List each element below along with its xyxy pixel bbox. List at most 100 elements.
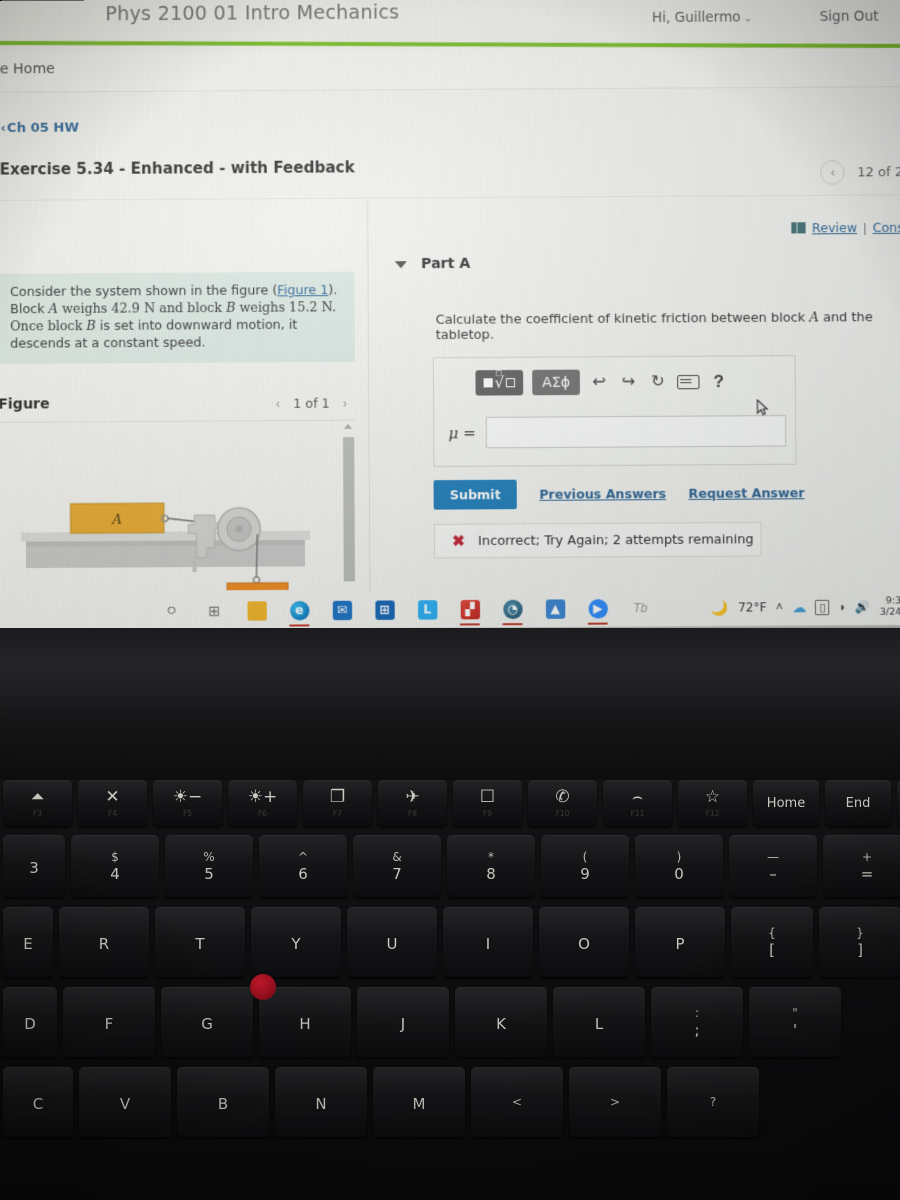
key-bracket-][interactable]: }] — [819, 907, 900, 977]
user-menu[interactable]: Hi, Guillermo ⌄ — [652, 9, 752, 26]
key-punct-?[interactable]: ? — [667, 1067, 759, 1137]
cloud-icon[interactable]: ☁ — [792, 598, 806, 615]
key-j[interactable]: J — [357, 987, 449, 1057]
steam-icon[interactable]: ◔ — [491, 591, 534, 626]
task-view-icon[interactable]: ⊞ — [193, 593, 236, 628]
figure-1-link[interactable]: Figure 1 — [277, 282, 328, 298]
nav-item-course-home[interactable]: ourse Home — [0, 61, 55, 78]
key-t[interactable]: T — [155, 907, 245, 977]
key-f4[interactable]: ✕ F4 — [78, 780, 147, 826]
problem-var-a: A — [49, 301, 58, 316]
key-f12[interactable]: ☆ F12 — [678, 780, 747, 826]
mail-icon[interactable]: ✉ — [321, 593, 364, 628]
clock[interactable]: 9:3 3/24 — [879, 595, 900, 618]
key-end[interactable]: End — [825, 780, 891, 826]
photos-icon[interactable]: ▲ — [534, 591, 577, 626]
help-icon[interactable]: ? — [709, 371, 729, 391]
caret-down-icon[interactable] — [395, 261, 407, 268]
moon-icon[interactable]: 🌙 — [711, 599, 729, 616]
math-template-button[interactable]: □ √ — [475, 370, 523, 396]
tray-chevron-up-icon[interactable]: ˄ — [776, 600, 783, 614]
key-3[interactable]: 3 — [3, 835, 65, 897]
key-d[interactable]: D — [3, 987, 57, 1057]
key-y[interactable]: Y — [251, 907, 341, 977]
key-home[interactable]: Home — [753, 780, 819, 826]
battery-icon[interactable]: ▯ — [815, 599, 829, 614]
key-m[interactable]: M — [373, 1067, 465, 1137]
figure-scrollbar[interactable] — [341, 424, 358, 582]
wifi-icon[interactable]: ◗ — [839, 600, 846, 614]
zoom-icon[interactable]: ▶ — [576, 591, 619, 626]
key-8[interactable]: * 8 — [447, 835, 535, 897]
key-glyph: N — [315, 1097, 326, 1112]
undo-icon[interactable]: ↩ — [589, 372, 609, 392]
trackpoint-nub[interactable] — [250, 974, 276, 1000]
key-f5[interactable]: ☀− F5 — [153, 780, 222, 826]
key-5[interactable]: % 5 — [165, 835, 253, 897]
key-h[interactable]: H — [259, 987, 351, 1057]
key-punct->[interactable]: > — [569, 1067, 661, 1137]
key-punct-'[interactable]: " ' — [749, 987, 841, 1057]
request-answer-link[interactable]: Request Answer — [688, 485, 804, 501]
key-v[interactable]: V — [79, 1067, 171, 1137]
key-f8[interactable]: ✈ F8 — [378, 780, 447, 826]
key-punct-;[interactable]: :; — [651, 987, 743, 1057]
key-f9[interactable]: ☐ F9 — [453, 780, 522, 826]
lockdown-browser-icon[interactable]: L — [406, 592, 449, 627]
office-icon[interactable]: ▞ — [448, 592, 491, 627]
key-f6[interactable]: ☀+ F6 — [228, 780, 297, 826]
constants-link[interactable]: Cons — [872, 220, 900, 235]
redo-icon[interactable]: ↪ — [618, 372, 638, 392]
key-–[interactable]: — – — [729, 835, 817, 897]
breadcrumb-ch05hw[interactable]: ‹Ch 05 HW — [0, 120, 78, 136]
keyboard-icon[interactable] — [677, 374, 699, 388]
sign-out-link[interactable]: Sign Out — [820, 9, 879, 26]
key-=[interactable]: + = — [823, 835, 900, 897]
key-k[interactable]: K — [455, 987, 547, 1057]
reset-icon[interactable]: ↻ — [648, 372, 668, 392]
part-a-header[interactable]: Part A — [395, 253, 900, 272]
key-f[interactable]: F — [63, 987, 155, 1057]
search-icon[interactable]: ○ — [150, 594, 193, 629]
figure-next-button[interactable]: › — [343, 396, 347, 410]
microsoft-store-icon[interactable]: ⊞ — [363, 592, 406, 627]
pager-prev-button[interactable]: ‹ — [821, 160, 846, 184]
key-e[interactable]: E — [3, 907, 53, 977]
key-u[interactable]: U — [347, 907, 437, 977]
file-explorer-icon[interactable] — [235, 593, 278, 628]
scroll-up-arrow-icon[interactable] — [344, 424, 352, 429]
key-l[interactable]: L — [553, 987, 645, 1057]
key-bracket-[[interactable]: {[ — [731, 907, 813, 977]
key-f3[interactable]: ⏶ F3 — [3, 780, 72, 826]
review-link[interactable]: Review — [812, 220, 857, 235]
figure-prev-button[interactable]: ‹ — [276, 396, 280, 410]
tb-app-icon[interactable]: Tb — [619, 591, 662, 626]
key-g[interactable]: G — [161, 987, 253, 1057]
key-r[interactable]: R — [59, 907, 149, 977]
key-punct-<[interactable]: < — [471, 1067, 563, 1137]
key-9[interactable]: (9 — [541, 835, 629, 897]
key-b[interactable]: B — [177, 1067, 269, 1137]
microsoft-edge-icon[interactable]: e — [278, 593, 321, 628]
scrollbar-thumb[interactable] — [343, 437, 355, 581]
key-6[interactable]: ^ 6 — [259, 835, 347, 897]
submit-button[interactable]: Submit — [434, 480, 518, 510]
answer-entry-box: □ √ ΑΣϕ ↩ ↪ ↻ ? μ = — [433, 355, 797, 467]
key-c[interactable]: C — [3, 1067, 73, 1137]
greek-symbols-button[interactable]: ΑΣϕ — [532, 370, 580, 396]
key-n[interactable]: N — [275, 1067, 367, 1137]
key-i[interactable]: I — [443, 907, 533, 977]
key-f11[interactable]: ⌢ F11 — [603, 780, 672, 826]
volume-icon[interactable]: 🔊 — [855, 600, 870, 614]
key-f7[interactable]: ❐ F7 — [303, 780, 372, 826]
previous-answers-link[interactable]: Previous Answers — [539, 486, 666, 502]
key-4[interactable]: $4 — [71, 835, 159, 897]
answer-input[interactable] — [486, 415, 786, 448]
key-0[interactable]: ) 0 — [635, 835, 723, 897]
key-p[interactable]: P — [635, 907, 725, 977]
key-o[interactable]: O — [539, 907, 629, 977]
figure-diagram[interactable]: A — [0, 427, 341, 592]
feedback-banner: ✖ Incorrect; Try Again; 2 attempts remai… — [434, 522, 762, 559]
key-f10[interactable]: ✆ F10 — [528, 780, 597, 826]
key-7[interactable]: & 7 — [353, 835, 441, 897]
